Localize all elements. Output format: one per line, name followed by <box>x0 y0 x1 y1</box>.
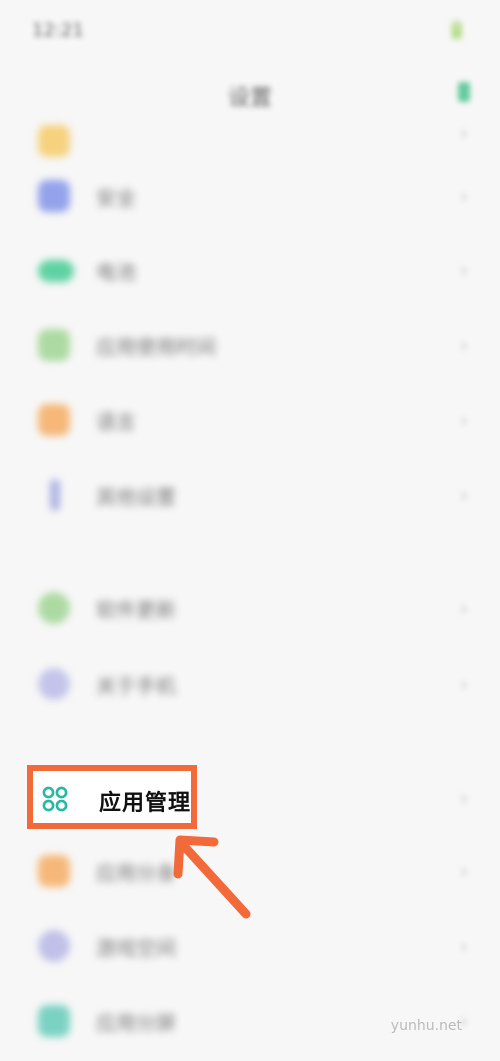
hourglass-icon <box>38 329 70 361</box>
list-item-security[interactable]: 安全 › <box>0 162 500 236</box>
item-label: 安全 <box>96 186 136 210</box>
item-label: 应用分身 <box>96 861 176 885</box>
chevron-right-icon: › <box>460 333 468 357</box>
item-label: 应用分屏 <box>96 1011 176 1035</box>
chevron-right-icon: › <box>460 786 468 810</box>
chevron-right-icon: › <box>460 483 468 507</box>
item-label: 关于手机 <box>96 674 176 698</box>
chevron-right-icon: › <box>460 408 468 432</box>
list-item-about-phone[interactable]: 关于手机 › <box>0 650 500 724</box>
chevron-right-icon: › <box>460 859 468 883</box>
status-time: 12:21 <box>32 20 84 41</box>
item-label: 游戏空间 <box>96 936 176 960</box>
game-icon <box>38 930 70 962</box>
list-item-language[interactable]: 语言 › <box>0 386 500 460</box>
battery-icon <box>38 260 74 282</box>
annotation-arrow-icon <box>173 835 251 919</box>
split-screen-icon <box>38 1005 70 1037</box>
item-label: 应用管理 <box>99 791 192 816</box>
chevron-right-icon: › <box>460 258 468 282</box>
item-label: 电池 <box>96 260 136 284</box>
chevron-right-icon: › <box>460 184 468 208</box>
language-icon <box>38 404 70 436</box>
more-settings-icon <box>50 479 60 511</box>
list-item-software-update[interactable]: 软件更新 › <box>0 574 500 648</box>
app-clone-icon <box>38 855 70 887</box>
update-icon <box>38 592 70 624</box>
info-icon <box>38 668 70 700</box>
settings-icon <box>38 125 70 157</box>
list-item-app-management[interactable]: 应用管理 <box>27 765 197 829</box>
list-item-battery[interactable]: 电池 › <box>0 236 500 310</box>
item-label: 语言 <box>96 410 136 434</box>
item-label: 其他设置 <box>96 485 176 509</box>
list-item-partial[interactable]: › <box>0 95 500 169</box>
list-item-other-settings[interactable]: 其他设置 › <box>0 461 500 535</box>
status-icons: 🔋 <box>445 20 470 41</box>
watermark: yunhu.net <box>390 1018 462 1034</box>
apps-grid-icon <box>42 786 68 812</box>
status-bar: 12:21 🔋 <box>0 0 500 60</box>
chevron-right-icon: › <box>460 121 468 145</box>
item-label: 应用使用时间 <box>96 335 216 359</box>
chevron-right-icon: › <box>460 596 468 620</box>
list-item-app-usage-time[interactable]: 应用使用时间 › <box>0 311 500 385</box>
chevron-right-icon: › <box>460 672 468 696</box>
item-label: 软件更新 <box>96 598 176 622</box>
security-icon <box>38 180 70 212</box>
chevron-right-icon: › <box>460 934 468 958</box>
